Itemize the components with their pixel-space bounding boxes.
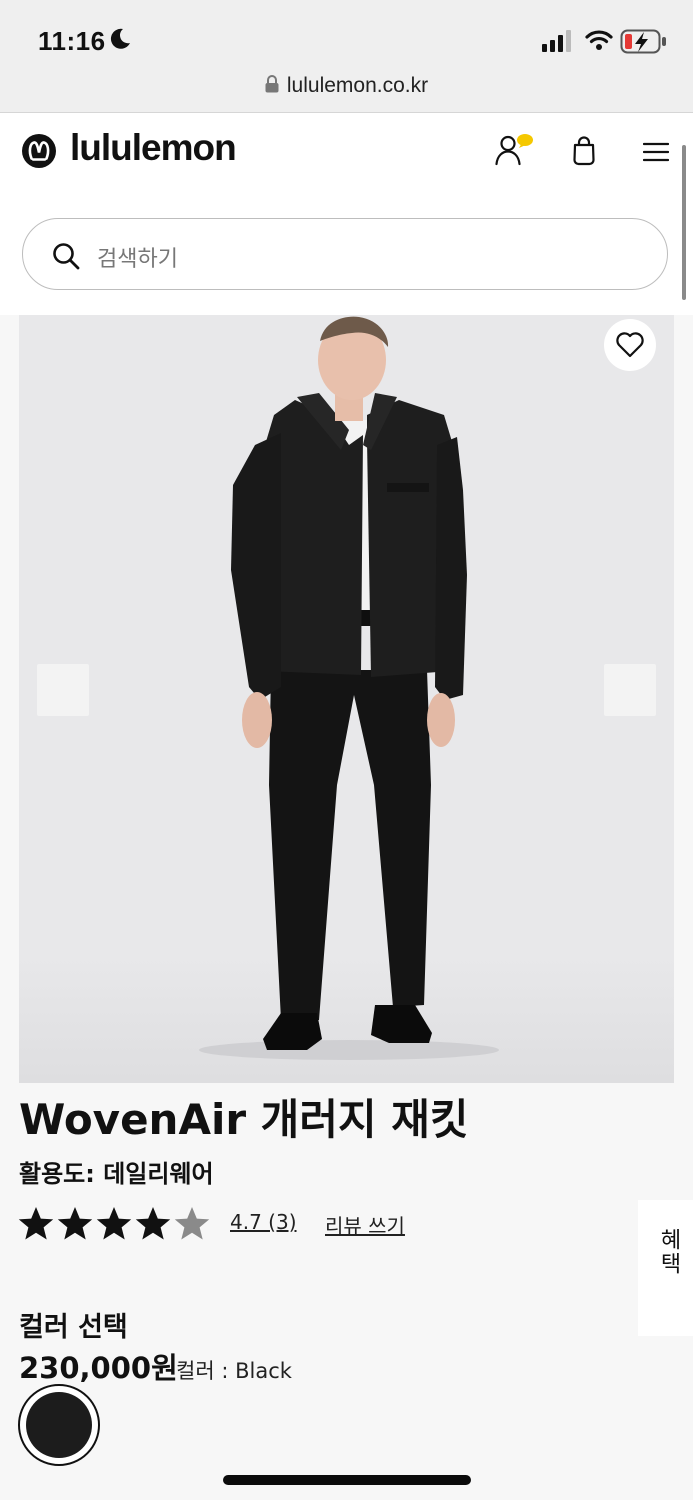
activity-value: 데일리웨어 (103, 1160, 214, 1188)
moon-icon (110, 28, 130, 49)
star-half-icon (174, 1207, 210, 1240)
color-select-heading: 컬러 선택 (19, 1312, 128, 1343)
star-icon (135, 1207, 171, 1240)
status-bar: 11:16 (0, 0, 693, 72)
selected-color: 컬러 : Black (176, 1355, 292, 1385)
status-time: 11:16 (38, 26, 106, 56)
product-title: WovenAir 개러지 재킷 (19, 1095, 469, 1144)
cellular-signal-icon (542, 30, 571, 52)
home-indicator[interactable] (223, 1475, 471, 1485)
browser-url-bar[interactable]: lululemon.co.kr (0, 66, 693, 113)
lululemon-logo-icon[interactable] (21, 133, 57, 169)
account-icon[interactable] (493, 131, 537, 169)
wishlist-button[interactable] (604, 319, 656, 371)
star-icon (18, 1207, 54, 1240)
star-icon (57, 1207, 93, 1240)
brand-wordmark[interactable]: lululemon (70, 127, 237, 169)
carousel-next-button[interactable] (604, 664, 656, 716)
color-prefix: 컬러 : (176, 1359, 236, 1383)
shopping-bag-icon[interactable] (571, 136, 597, 166)
carousel-prev-button[interactable] (37, 664, 89, 716)
benefits-side-tab[interactable]: 혜택 (638, 1200, 693, 1336)
battery-low-icon (620, 29, 666, 54)
star-icon (96, 1207, 132, 1240)
write-review-link[interactable]: 리뷰 쓰기 (325, 1210, 405, 1239)
url-display[interactable]: lululemon.co.kr (0, 74, 693, 98)
color-swatch-black[interactable] (18, 1384, 100, 1466)
swatch-fill (26, 1392, 92, 1458)
activity-label: 활용도: (19, 1160, 95, 1188)
side-tab-label: 혜택 (656, 1228, 681, 1276)
search-placeholder: 검색하기 (97, 247, 178, 272)
star-rating (18, 1207, 210, 1240)
lock-icon (265, 75, 279, 93)
product-activity: 활용도: 데일리웨어 (19, 1154, 214, 1189)
page-scrollbar[interactable] (682, 145, 686, 300)
url-text: lululemon.co.kr (286, 74, 429, 97)
product-image[interactable] (19, 315, 674, 1083)
wifi-icon (585, 30, 613, 50)
rating-link[interactable]: 4.7 (3) (230, 1210, 297, 1234)
site-header: lululemon 검색하기 (0, 113, 693, 315)
menu-icon[interactable] (643, 141, 669, 163)
search-icon (53, 243, 80, 270)
heart-icon (616, 332, 644, 358)
search-bar[interactable]: 검색하기 (22, 218, 668, 290)
product-price: 230,000원 (19, 1351, 178, 1385)
color-value: Black (235, 1359, 292, 1383)
model-figure-illustration (19, 315, 674, 1083)
